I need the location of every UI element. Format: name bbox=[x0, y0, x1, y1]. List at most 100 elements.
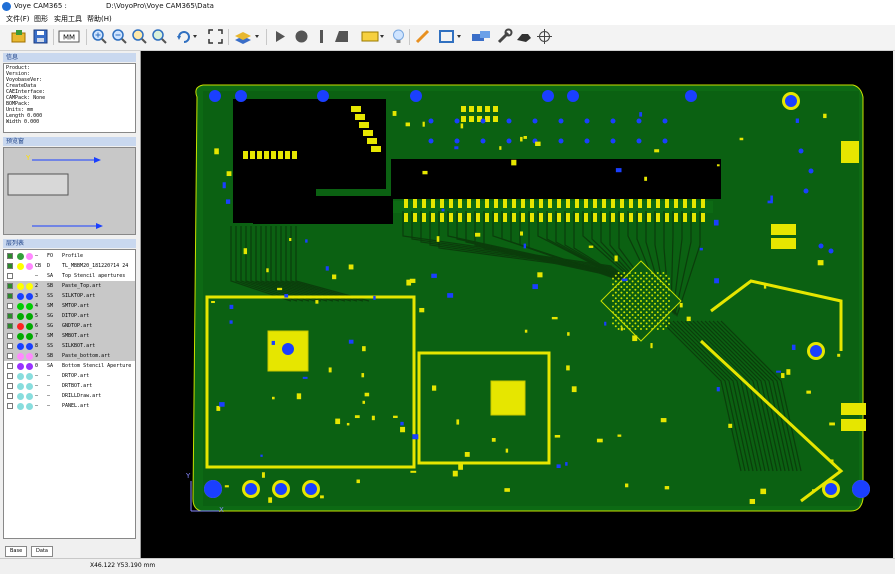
menu-file[interactable]: 文件(F) bbox=[6, 13, 30, 25]
layer-row[interactable]: 5 SG DITOP.art bbox=[4, 311, 135, 321]
layer-color-swatch[interactable] bbox=[17, 273, 24, 280]
layer-color-icon[interactable] bbox=[233, 28, 261, 45]
layer-color-swatch[interactable] bbox=[17, 373, 24, 380]
layer-color-swatch[interactable] bbox=[26, 293, 33, 300]
menu-graphics[interactable]: 图形 bbox=[34, 13, 48, 25]
layer-visible-checkbox[interactable] bbox=[7, 383, 13, 389]
layer-color-swatch[interactable] bbox=[26, 303, 33, 310]
layer-type: SM bbox=[47, 303, 54, 309]
layer-color-swatch[interactable] bbox=[17, 313, 24, 320]
pcb-canvas[interactable]: Y X bbox=[141, 51, 893, 558]
layer-color-swatch[interactable] bbox=[26, 313, 33, 320]
zoom-in-icon[interactable] bbox=[91, 28, 108, 45]
layer-color-swatch[interactable] bbox=[26, 283, 33, 290]
layer-name: Bottom Stencil Aperture bbox=[62, 363, 132, 369]
layer-color-swatch[interactable] bbox=[17, 363, 24, 370]
menu-help[interactable]: 帮助(H) bbox=[87, 13, 112, 25]
layer-visible-checkbox[interactable] bbox=[7, 363, 13, 369]
layer-color-swatch[interactable] bbox=[17, 393, 24, 400]
layer-number: — bbox=[35, 393, 39, 399]
layer-color-swatch[interactable] bbox=[26, 393, 33, 400]
layer-number: — bbox=[35, 403, 39, 409]
status-coordinates: X46.122 Y53.190 mm bbox=[90, 562, 156, 569]
zoom-all-icon[interactable] bbox=[151, 28, 168, 45]
layer-color-swatch[interactable] bbox=[26, 323, 33, 330]
layer-color-swatch[interactable] bbox=[17, 303, 24, 310]
layer-visible-checkbox[interactable] bbox=[7, 343, 13, 349]
layer-color-swatch[interactable] bbox=[17, 403, 24, 410]
layer-row[interactable]: 4 SM SMTOP.art bbox=[4, 301, 135, 311]
layer-visible-checkbox[interactable] bbox=[7, 283, 13, 289]
fit-icon[interactable] bbox=[207, 28, 224, 45]
layer-visible-checkbox[interactable] bbox=[7, 323, 13, 329]
layer-color-swatch[interactable] bbox=[17, 283, 24, 290]
layer-color-swatch[interactable] bbox=[26, 373, 33, 380]
layer-row[interactable]: 8 SS SILKBOT.art bbox=[4, 341, 135, 351]
tab-data[interactable]: Data bbox=[31, 546, 53, 557]
layer-row[interactable]: — — DRILLDraw.art bbox=[4, 391, 135, 401]
layer-row[interactable]: CB D TL_MBBM20_181220?1­4 24 bbox=[4, 261, 135, 271]
menu-tools[interactable]: 实用工具 bbox=[54, 13, 82, 25]
layer-visible-checkbox[interactable] bbox=[7, 353, 13, 359]
layer-row[interactable]: — — PANEL.art bbox=[4, 401, 135, 411]
layer-row[interactable]: 6 SG GNDTOP.art bbox=[4, 321, 135, 331]
layer-row[interactable]: 0 SA Bottom Stencil Aperture bbox=[4, 361, 135, 371]
layer-color-swatch[interactable] bbox=[26, 383, 33, 390]
layer-visible-checkbox[interactable] bbox=[7, 313, 13, 319]
layer-row[interactable]: — SA Top Stencil apertures bbox=[4, 271, 135, 281]
layer-row[interactable]: 9 SB Paste_bottom.art bbox=[4, 351, 135, 361]
open-icon[interactable] bbox=[10, 28, 27, 45]
wrench-icon[interactable] bbox=[496, 28, 513, 45]
layer-type: SB bbox=[47, 283, 54, 289]
circle-tool-icon[interactable] bbox=[293, 28, 310, 45]
layer-row[interactable]: 7 SM SMBOT.art bbox=[4, 331, 135, 341]
point-icon[interactable] bbox=[272, 28, 289, 45]
layer-visible-checkbox[interactable] bbox=[7, 263, 13, 269]
layer-color-swatch[interactable] bbox=[26, 253, 33, 260]
layer-color-swatch[interactable] bbox=[17, 323, 24, 330]
layer-color-swatch[interactable] bbox=[17, 253, 24, 260]
layer-color-swatch[interactable] bbox=[26, 333, 33, 340]
layer-visible-checkbox[interactable] bbox=[7, 403, 13, 409]
preview-panel[interactable]: Y bbox=[3, 147, 136, 235]
layer-color-swatch[interactable] bbox=[17, 383, 24, 390]
hand-tool-icon[interactable] bbox=[514, 28, 534, 45]
layer-visible-checkbox[interactable] bbox=[7, 373, 13, 379]
layer-visible-checkbox[interactable] bbox=[7, 293, 13, 299]
pad-icon[interactable] bbox=[360, 28, 386, 45]
bulb-icon[interactable] bbox=[390, 28, 407, 45]
layer-color-swatch[interactable] bbox=[26, 363, 33, 370]
layer-color-swatch[interactable] bbox=[17, 263, 24, 270]
layer-color-swatch[interactable] bbox=[26, 403, 33, 410]
layer-visible-checkbox[interactable] bbox=[7, 253, 13, 259]
rotate-icon[interactable] bbox=[175, 28, 199, 45]
layer-row[interactable]: — — DRTBOT.art bbox=[4, 381, 135, 391]
layer-color-swatch[interactable] bbox=[26, 273, 33, 280]
measure-icon[interactable] bbox=[470, 28, 492, 45]
layer-color-swatch[interactable] bbox=[26, 353, 33, 360]
layer-color-swatch[interactable] bbox=[17, 293, 24, 300]
layer-color-swatch[interactable] bbox=[26, 343, 33, 350]
layer-color-swatch[interactable] bbox=[17, 353, 24, 360]
rect-icon[interactable] bbox=[438, 28, 464, 45]
layer-row[interactable]: 2 SB Paste_Top.art bbox=[4, 281, 135, 291]
zoom-out-icon[interactable] bbox=[111, 28, 128, 45]
pencil-icon[interactable] bbox=[414, 28, 431, 45]
layer-color-swatch[interactable] bbox=[26, 263, 33, 270]
polygon-icon[interactable] bbox=[333, 28, 350, 45]
layer-visible-checkbox[interactable] bbox=[7, 273, 13, 279]
layer-color-swatch[interactable] bbox=[17, 343, 24, 350]
layer-row[interactable]: — — DRTOP.art bbox=[4, 371, 135, 381]
layer-row[interactable]: 3 SS SILKTOP.art bbox=[4, 291, 135, 301]
layer-row[interactable]: — FO Profile bbox=[4, 251, 135, 261]
layer-visible-checkbox[interactable] bbox=[7, 393, 13, 399]
layer-color-swatch[interactable] bbox=[17, 333, 24, 340]
zoom-window-icon[interactable] bbox=[131, 28, 148, 45]
layer-visible-checkbox[interactable] bbox=[7, 333, 13, 339]
mm-unit-icon[interactable]: MM bbox=[58, 28, 80, 45]
save-icon[interactable] bbox=[32, 28, 49, 45]
target-icon[interactable] bbox=[536, 28, 553, 45]
line-icon[interactable] bbox=[313, 28, 330, 45]
tab-base[interactable]: Base bbox=[5, 546, 28, 557]
layer-visible-checkbox[interactable] bbox=[7, 303, 13, 309]
